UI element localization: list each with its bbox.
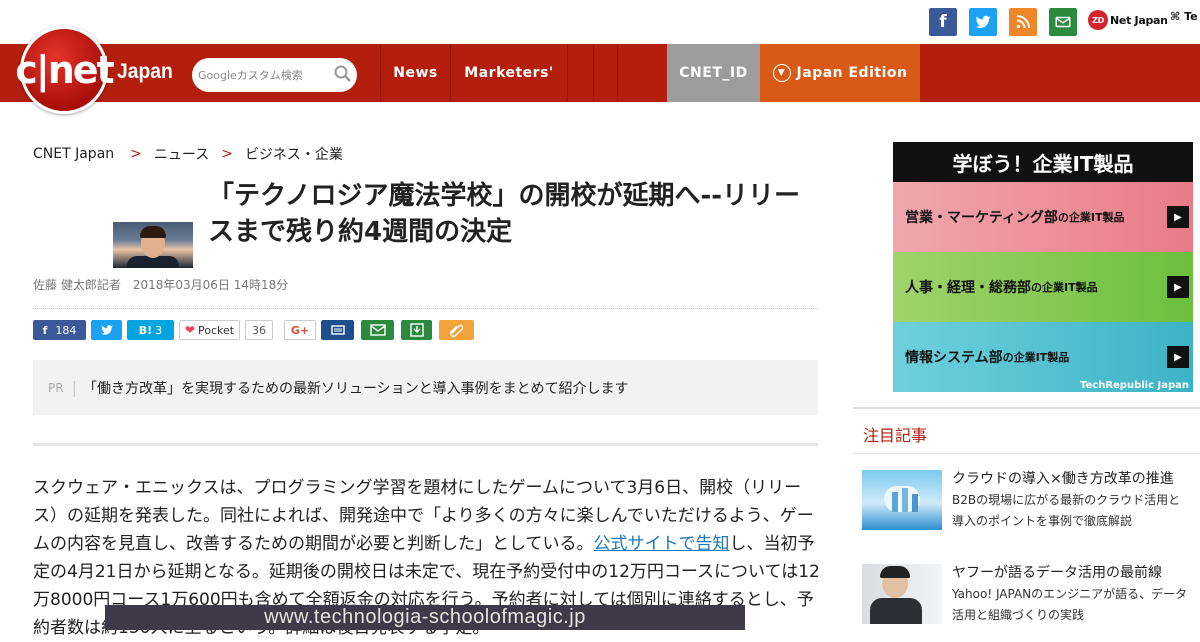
article-photo: www.technologia-schoolofmagic.jp [105, 605, 745, 630]
nav-item-4[interactable] [593, 44, 617, 102]
print-icon [330, 325, 345, 335]
nav-item-3[interactable] [567, 44, 593, 102]
facebook-icon[interactable]: f [929, 8, 957, 36]
ad-row-label: 情報システム部 [905, 350, 1003, 366]
search-icon[interactable] [333, 64, 353, 84]
ad-row-sales[interactable]: 営業・マーケティング部 の企業IT製品 ▶ [893, 182, 1193, 252]
cnet-logo[interactable]: c|net [15, 26, 115, 114]
clip-button[interactable] [439, 320, 474, 340]
japan-edition-label: Japan Edition [796, 65, 908, 81]
techrepublic-label: Te [1184, 10, 1198, 23]
zdnet-logo: ZD [1088, 10, 1108, 30]
pocket-icon: ❤ [184, 323, 195, 337]
download-icon [409, 323, 424, 337]
pocket-label: Pocket [197, 323, 235, 337]
play-icon: ▶ [1167, 276, 1189, 298]
nav-item-spacer [617, 44, 667, 102]
article-thumbnail[interactable] [862, 564, 942, 624]
pr-box[interactable]: PR | 「働き方改革」を実現するための最新ソリューションと導入事例をまとめて紹… [33, 360, 818, 415]
breadcrumb-news[interactable]: ニュース [154, 144, 209, 164]
sidebar-article-desc: B2Bの現場に広がる最新のクラウド活用と導入のポイントを事例で徹底解説 [952, 493, 1181, 528]
play-icon: ▶ [1167, 206, 1189, 228]
facebook-count: 184 [55, 323, 77, 337]
nav-marketers[interactable]: Marketers' [450, 44, 567, 102]
breadcrumb-separator: > [130, 146, 142, 162]
article-title: 「テクノロジア魔法学校」の開校が延期へ--リリースまで残り約4週間の決定 [208, 181, 801, 247]
sidebar-article-desc: Yahoo! JAPANのエンジニアが語る、データ活用と組織づくりの実践 [952, 587, 1188, 622]
article-thumbnail[interactable] [862, 470, 942, 530]
techrepublic-link[interactable]: ⌘ Te [1170, 10, 1198, 23]
hatena-count: 3 [155, 323, 163, 337]
breadcrumb: CNET Japan > ニュース > ビジネス・企業 [33, 144, 343, 164]
ad-row-hr[interactable]: 人事・経理・総務部 の企業IT製品 ▶ [893, 252, 1193, 322]
pocket-count: 36 [245, 320, 273, 340]
ad-row-suffix: の企業IT製品 [1002, 351, 1070, 364]
paperclip-icon [449, 324, 463, 337]
mail-share-button[interactable] [361, 320, 394, 340]
print-button[interactable] [321, 320, 354, 340]
ad-row-suffix: の企業IT製品 [1057, 211, 1125, 224]
zdnet-label: Net Japan [1110, 13, 1168, 27]
hatena-bookmark-button[interactable]: B! 3 [127, 320, 174, 340]
sidebar-heading-rule [853, 453, 1200, 454]
nav-cnet-id[interactable]: CNET_ID [667, 44, 760, 102]
photo-caption: www.technologia-schoolofmagic.jp [264, 606, 586, 628]
search-input[interactable] [198, 64, 333, 86]
nav-news[interactable]: News [380, 44, 450, 102]
edition-word[interactable]: Japan [117, 60, 173, 84]
facebook-share-button[interactable]: f 184 [33, 320, 86, 340]
facebook-icon: f [42, 323, 48, 337]
hatena-icon: B! [138, 323, 153, 337]
author-avatar[interactable] [113, 222, 193, 268]
ad-row-label: 人事・経理・総務部 [905, 280, 1031, 296]
twitter-icon [100, 325, 113, 335]
pr-separator: | [71, 378, 77, 397]
save-button[interactable] [401, 320, 432, 340]
pr-text[interactable]: 「働き方改革」を実現するための最新ソリューションと導入事例をまとめて紹介します [83, 378, 629, 398]
mail-icon [369, 324, 386, 336]
sidebar-ad[interactable]: 学ぼう！企業IT製品 営業・マーケティング部 の企業IT製品 ▶ 人事・経理・総務… [893, 142, 1193, 392]
ad-row-suffix: の企業IT製品 [1031, 281, 1098, 294]
ad-row-it[interactable]: 情報システム部 の企業IT製品 ▶ TechRepublic Japan [893, 322, 1193, 392]
divider [33, 308, 818, 309]
play-icon: ▶ [1167, 346, 1189, 368]
rss-icon[interactable] [1009, 8, 1037, 36]
body-link[interactable]: 公式サイトで告知 [594, 534, 730, 554]
chevron-down-icon: ▼ [772, 64, 791, 82]
nav-japan-edition[interactable]: ▼ Japan Edition [760, 44, 920, 102]
pr-label: PR [48, 380, 64, 395]
mail-icon[interactable] [1049, 8, 1077, 36]
ad-footer: TechRepublic Japan [1080, 380, 1189, 391]
article-byline: 佐藤 健太郎記者 2018年03月06日 14時18分 [33, 278, 289, 292]
sidebar-divider [853, 407, 1200, 409]
ad-row-label: 営業・マーケティング部 [905, 210, 1058, 226]
twitter-share-button[interactable] [91, 320, 122, 340]
twitter-icon[interactable] [969, 8, 997, 36]
content-divider [33, 443, 818, 446]
breadcrumb-category[interactable]: ビジネス・企業 [245, 144, 343, 164]
sidebar-article-title[interactable]: ヤフーが語るデータ活用の最前線 [952, 562, 1192, 582]
breadcrumb-separator: > [221, 146, 233, 162]
sidebar-article-title[interactable]: クラウドの導入×働き方改革の推進 [952, 468, 1192, 488]
google-plus-button[interactable]: G+ [284, 320, 316, 340]
zdnet-japan-link[interactable]: ZD Net Japan [1088, 10, 1168, 30]
ad-title: 学ぼう！企業IT製品 [893, 142, 1193, 182]
top-social-bar: f ZD Net Japan ⌘ Te [0, 0, 1200, 44]
sidebar-heading: 注目記事 [863, 426, 928, 445]
pocket-button[interactable]: ❤ Pocket [179, 320, 240, 340]
breadcrumb-home[interactable]: CNET Japan [33, 146, 114, 162]
